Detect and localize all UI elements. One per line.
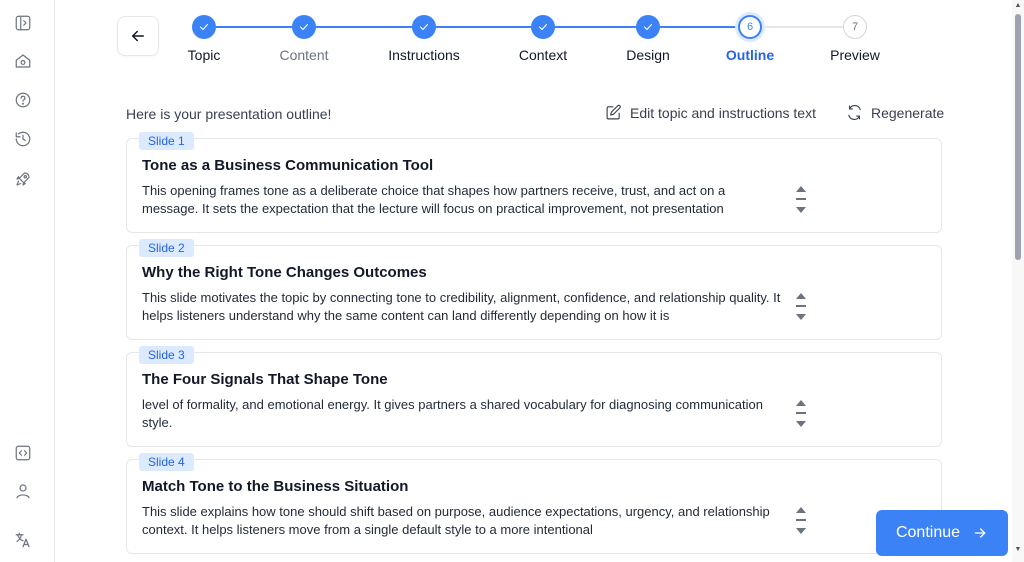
arrow-right-icon xyxy=(974,528,986,538)
reorder-handle[interactable] xyxy=(794,399,808,429)
stepper-remaining-line xyxy=(763,26,843,28)
check-icon xyxy=(299,23,309,31)
help-icon[interactable] xyxy=(12,89,34,111)
code-icon[interactable] xyxy=(12,442,34,464)
edit-icon xyxy=(606,104,621,120)
slide-card[interactable]: Slide 3 The Four Signals That Shape Tone… xyxy=(126,346,942,447)
step-preview-number[interactable]: 7 xyxy=(843,15,867,39)
edit-topic-button[interactable]: Edit topic and instructions text xyxy=(605,104,816,121)
reorder-handle[interactable] xyxy=(794,292,808,322)
reorder-icon xyxy=(796,400,806,427)
check-icon xyxy=(643,23,653,31)
slide-badge: Slide 4 xyxy=(139,453,194,471)
reorder-icon xyxy=(796,507,806,534)
slide-badge: Slide 2 xyxy=(139,239,194,257)
slide-card[interactable]: Slide 2 Why the Right Tone Changes Outco… xyxy=(126,239,942,340)
slide-title[interactable]: Why the Right Tone Changes Outcomes xyxy=(142,264,427,281)
slide-card[interactable]: Slide 4 Match Tone to the Business Situa… xyxy=(126,453,942,554)
step-topic-check[interactable] xyxy=(192,15,216,39)
step-label-content[interactable]: Content xyxy=(279,47,328,63)
step-instructions-check[interactable] xyxy=(412,15,436,39)
slide-description[interactable]: This opening frames tone as a deliberate… xyxy=(142,182,782,218)
step-label-context[interactable]: Context xyxy=(519,47,567,63)
scroll-up-arrow-icon[interactable]: ▲ xyxy=(1014,2,1022,10)
step-label-instructions[interactable]: Instructions xyxy=(388,47,460,63)
slide-description[interactable]: This slide motivates the topic by connec… xyxy=(142,289,782,325)
step-design-check[interactable] xyxy=(636,15,660,39)
reorder-icon xyxy=(796,293,806,320)
history-icon[interactable] xyxy=(12,128,34,150)
scroll-down-arrow-icon[interactable]: ▼ xyxy=(1014,546,1022,554)
progress-stepper: 6 7 Topic Content Instructions Context D… xyxy=(0,0,1000,80)
reorder-handle[interactable] xyxy=(794,506,808,536)
step-label-outline[interactable]: Outline xyxy=(726,47,774,63)
reorder-handle[interactable] xyxy=(794,185,808,215)
outline-intro-text: Here is your presentation outline! xyxy=(126,106,332,122)
slide-description[interactable]: This slide explains how tone should shif… xyxy=(142,503,782,539)
translate-icon[interactable] xyxy=(12,529,34,551)
slide-badge: Slide 1 xyxy=(139,132,194,150)
step-content-check[interactable] xyxy=(292,15,316,39)
continue-button[interactable]: Continue xyxy=(876,510,1008,556)
left-rail xyxy=(0,0,55,562)
regenerate-button[interactable]: Regenerate xyxy=(846,104,944,121)
check-icon xyxy=(419,23,429,31)
slide-title[interactable]: Match Tone to the Business Situation xyxy=(142,478,408,495)
edit-topic-label: Edit topic and instructions text xyxy=(630,104,816,121)
rocket-icon[interactable] xyxy=(12,168,34,190)
refresh-icon xyxy=(848,105,861,120)
scrollbar-thumb[interactable] xyxy=(1015,14,1021,260)
user-icon[interactable] xyxy=(12,480,34,502)
step-label-topic[interactable]: Topic xyxy=(188,47,221,63)
step-label-design[interactable]: Design xyxy=(626,47,670,63)
check-icon xyxy=(199,23,209,31)
page-scrollbar[interactable]: ▲ ▼ xyxy=(1012,0,1024,562)
continue-label: Continue xyxy=(895,524,961,541)
step-outline-number[interactable]: 6 xyxy=(738,15,762,39)
regenerate-label: Regenerate xyxy=(871,104,945,121)
reorder-icon xyxy=(796,186,806,213)
slide-badge: Slide 3 xyxy=(139,346,194,364)
slide-description[interactable]: level of formality, and emotional energy… xyxy=(142,396,782,432)
slide-title[interactable]: The Four Signals That Shape Tone xyxy=(142,371,388,388)
slide-card[interactable]: Slide 1 Tone as a Business Communication… xyxy=(126,132,942,233)
step-context-check[interactable] xyxy=(531,15,555,39)
step-label-preview[interactable]: Preview xyxy=(830,47,880,63)
check-icon xyxy=(538,23,548,31)
slide-title[interactable]: Tone as a Business Communication Tool xyxy=(142,157,433,174)
